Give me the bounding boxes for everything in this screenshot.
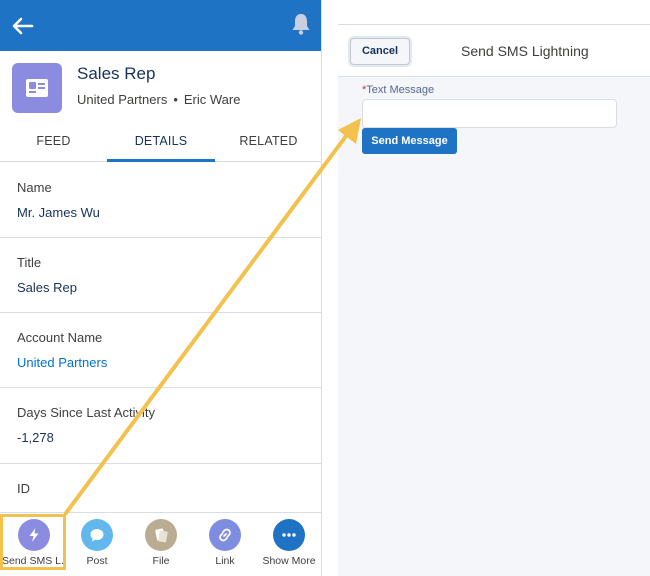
record-header: Sales Rep United Partners • Eric Ware bbox=[0, 51, 321, 123]
tab-feed[interactable]: FEED bbox=[0, 123, 107, 162]
action-label: File bbox=[152, 555, 170, 567]
chat-bubble-icon bbox=[81, 519, 113, 551]
mobile-record-panel: Sales Rep United Partners • Eric Ware FEED… bbox=[0, 0, 322, 576]
action-link[interactable]: Link bbox=[193, 513, 257, 576]
field-value: -1,278 bbox=[17, 430, 54, 445]
text-message-label-text: Text Message bbox=[366, 84, 435, 96]
tab-details[interactable]: DETAILS bbox=[107, 123, 215, 162]
account-link[interactable]: United Partners bbox=[17, 355, 107, 370]
field-label: Title bbox=[17, 255, 42, 270]
text-message-input[interactable] bbox=[362, 99, 617, 128]
text-message-label: *Text Message bbox=[362, 84, 434, 96]
action-file[interactable]: File bbox=[129, 513, 193, 576]
contact-card-icon bbox=[12, 63, 62, 113]
lightning-icon bbox=[18, 519, 50, 551]
field-value: Sales Rep bbox=[17, 280, 77, 295]
field-account-name: Account Name United Partners bbox=[0, 313, 321, 388]
sms-panel-header: Cancel Send SMS Lightning bbox=[338, 25, 650, 77]
back-arrow-icon[interactable] bbox=[10, 14, 36, 38]
link-icon bbox=[209, 519, 241, 551]
action-bar: Send SMS L... Post File Link Show More bbox=[0, 512, 321, 576]
action-label: Send SMS L... bbox=[2, 555, 66, 567]
record-account[interactable]: United Partners bbox=[77, 92, 167, 107]
separator-dot: • bbox=[173, 92, 178, 107]
field-value: Mr. James Wu bbox=[17, 205, 100, 220]
field-name: Name Mr. James Wu bbox=[0, 163, 321, 238]
field-days-since-last-activity: Days Since Last Activity -1,278 bbox=[0, 388, 321, 464]
send-sms-panel: Cancel Send SMS Lightning *Text Message … bbox=[338, 24, 650, 576]
field-label: ID bbox=[17, 481, 30, 496]
send-message-button[interactable]: Send Message bbox=[362, 128, 457, 154]
field-label: Account Name bbox=[17, 330, 103, 345]
cancel-button[interactable]: Cancel bbox=[350, 38, 410, 65]
top-nav-bar bbox=[0, 0, 321, 51]
action-post[interactable]: Post bbox=[65, 513, 129, 576]
action-label: Show More bbox=[262, 555, 316, 567]
tab-related[interactable]: RELATED bbox=[215, 123, 321, 162]
record-title: Sales Rep bbox=[77, 64, 156, 83]
sms-panel-title: Send SMS Lightning bbox=[461, 43, 589, 59]
record-tabs: FEED DETAILS RELATED bbox=[0, 123, 321, 162]
action-show-more[interactable]: Show More bbox=[257, 513, 321, 576]
notification-bell-icon[interactable] bbox=[290, 12, 312, 36]
action-send-sms[interactable]: Send SMS L... bbox=[2, 513, 66, 576]
record-owner[interactable]: Eric Ware bbox=[184, 92, 241, 107]
field-label: Name bbox=[17, 180, 52, 195]
field-label: Days Since Last Activity bbox=[17, 405, 155, 420]
file-icon bbox=[145, 519, 177, 551]
more-icon bbox=[273, 519, 305, 551]
record-subtitle: United Partners • Eric Ware bbox=[77, 92, 240, 107]
action-label: Link bbox=[215, 555, 235, 567]
field-title: Title Sales Rep bbox=[0, 238, 321, 313]
action-label: Post bbox=[86, 555, 108, 567]
